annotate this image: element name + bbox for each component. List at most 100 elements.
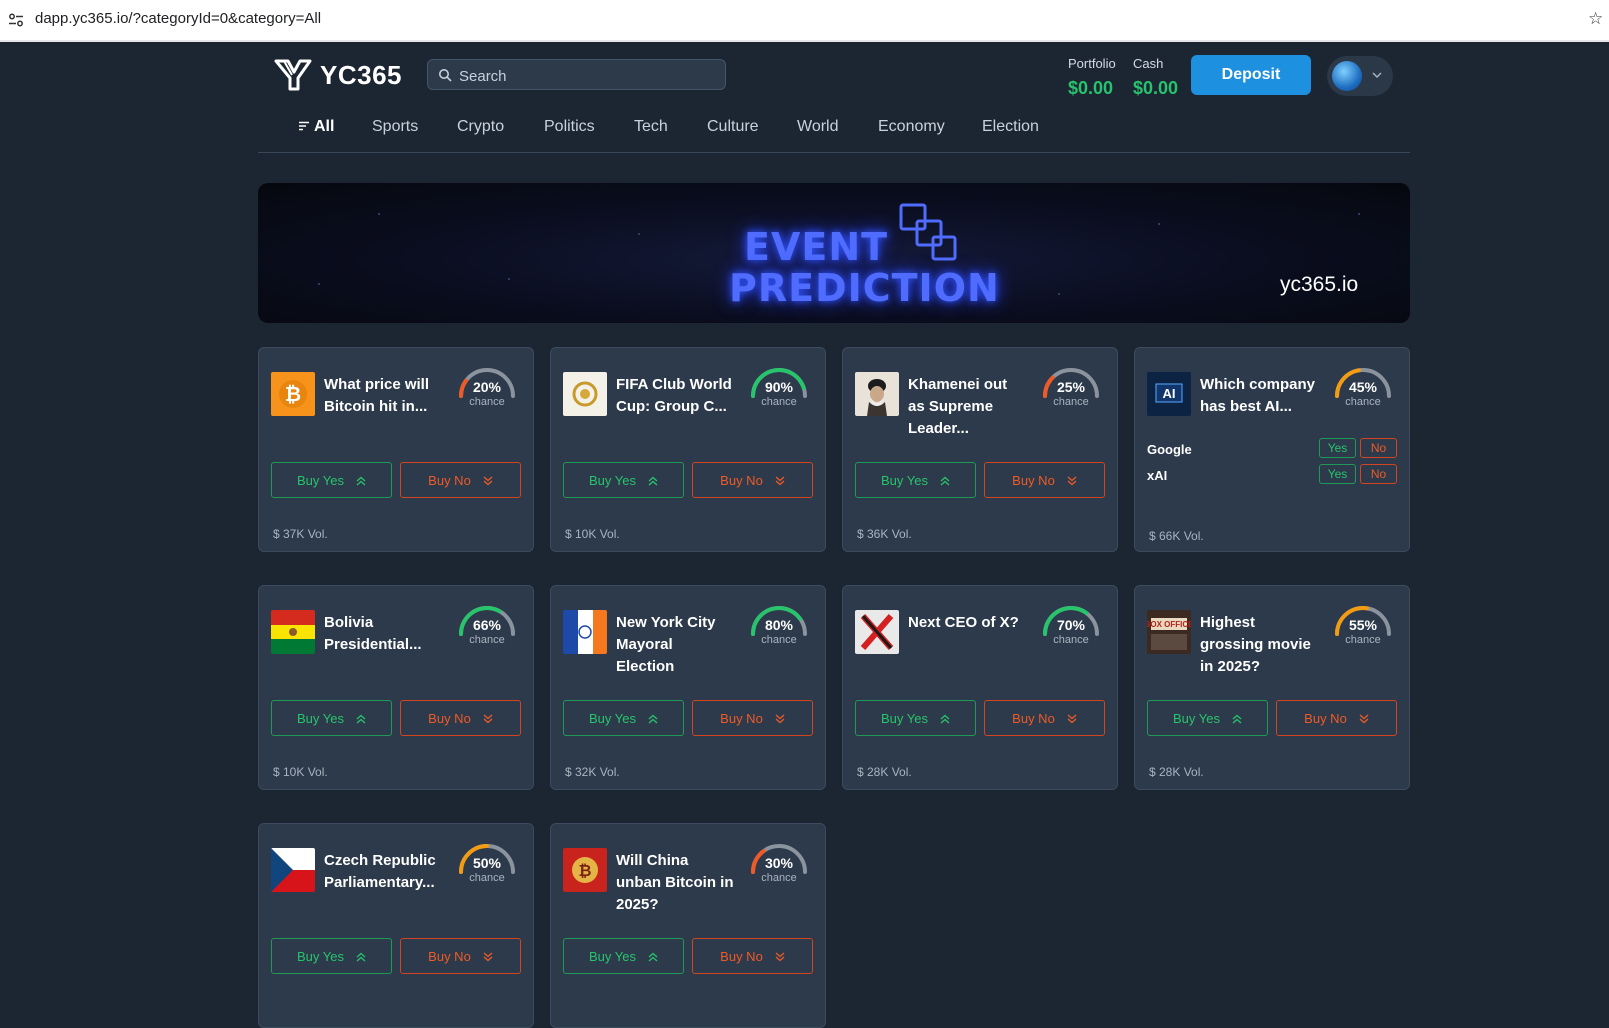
tab-culture[interactable]: Culture <box>707 118 759 136</box>
bolivia-flag-icon <box>271 610 315 654</box>
search-box[interactable] <box>427 59 726 90</box>
box-office-icon: BOX OFFICE <box>1147 610 1191 654</box>
market-card[interactable]: Bolivia Presidential... 66% chance Buy Y… <box>258 585 534 790</box>
market-card[interactable]: AI Which company has best AI... 45% chan… <box>1134 347 1410 552</box>
svg-text:₿: ₿ <box>578 861 591 880</box>
volume-text: $ 36K Vol. <box>857 527 912 541</box>
market-card[interactable]: New York City Mayoral Election 80% chanc… <box>550 585 826 790</box>
promo-banner[interactable]: EVENT PREDICTION yc365.io <box>258 183 1410 323</box>
market-card[interactable]: FIFA Club World Cup: Group C... 90% chan… <box>550 347 826 552</box>
tab-all[interactable]: All <box>299 118 334 136</box>
banner-title-line1: EVENT <box>744 225 889 269</box>
chance-percent: 80% <box>764 617 794 633</box>
buy-no-button[interactable]: Buy No <box>1276 700 1397 736</box>
buy-no-label: Buy No <box>428 710 471 726</box>
tab-election[interactable]: Election <box>982 118 1039 136</box>
buy-no-button[interactable]: Buy No <box>400 938 521 974</box>
double-chevron-down-icon <box>1055 711 1077 726</box>
double-chevron-down-icon <box>471 473 493 488</box>
deposit-button[interactable]: Deposit <box>1191 55 1311 95</box>
tab-politics[interactable]: Politics <box>544 118 595 136</box>
site-settings-icon[interactable] <box>8 12 24 28</box>
buy-no-button[interactable]: Buy No <box>984 700 1105 736</box>
market-title[interactable]: Will China unban Bitcoin in 2025? <box>616 850 734 916</box>
search-input[interactable] <box>457 64 711 88</box>
buy-yes-label: Buy Yes <box>1173 710 1220 726</box>
buy-yes-button[interactable]: Buy Yes <box>271 938 392 974</box>
double-chevron-up-icon <box>636 473 658 488</box>
option-no-button[interactable]: No <box>1360 438 1397 458</box>
double-chevron-up-icon <box>344 473 366 488</box>
chance-percent: 50% <box>472 855 502 871</box>
buy-yes-button[interactable]: Buy Yes <box>271 462 392 498</box>
buy-yes-button[interactable]: Buy Yes <box>855 700 976 736</box>
market-title[interactable]: Highest grossing movie in 2025? <box>1200 612 1318 678</box>
buy-no-label: Buy No <box>428 948 471 964</box>
buy-no-button[interactable]: Buy No <box>400 462 521 498</box>
buy-yes-button[interactable]: Buy Yes <box>271 700 392 736</box>
market-card[interactable]: ₿ Will China unban Bitcoin in 2025? 30% … <box>550 823 826 1028</box>
buy-no-button[interactable]: Buy No <box>692 938 813 974</box>
ai-icon: AI <box>1147 372 1191 416</box>
bookmark-star-icon[interactable]: ☆ <box>1588 9 1603 29</box>
chance-percent: 55% <box>1348 617 1378 633</box>
market-card[interactable]: Next CEO of X? 70% chance Buy Yes Buy No… <box>842 585 1118 790</box>
tab-economy[interactable]: Economy <box>878 118 945 136</box>
chevron-down-icon <box>1372 72 1382 79</box>
market-title[interactable]: Bolivia Presidential... <box>324 612 442 656</box>
buy-yes-label: Buy Yes <box>589 710 636 726</box>
chance-label: chance <box>469 872 505 884</box>
buy-no-button[interactable]: Buy No <box>400 700 521 736</box>
chance-label: chance <box>469 634 505 646</box>
market-title[interactable]: FIFA Club World Cup: Group C... <box>616 374 734 418</box>
nav-divider <box>258 152 1410 153</box>
tab-world[interactable]: World <box>797 118 839 136</box>
market-title[interactable]: What price will Bitcoin hit in... <box>324 374 442 418</box>
chance-label: chance <box>1053 396 1089 408</box>
double-chevron-up-icon <box>344 711 366 726</box>
buy-yes-label: Buy Yes <box>881 710 928 726</box>
cash-balance[interactable]: Cash $0.00 <box>1133 56 1178 99</box>
buy-yes-button[interactable]: Buy Yes <box>563 700 684 736</box>
chance-gauge: 66% chance <box>455 602 519 648</box>
avatar <box>1332 61 1362 91</box>
tab-crypto[interactable]: Crypto <box>457 118 504 136</box>
buy-yes-label: Buy Yes <box>589 948 636 964</box>
market-title[interactable]: Which company has best AI... <box>1200 374 1318 418</box>
volume-text: $ 28K Vol. <box>1149 765 1204 779</box>
address-text[interactable]: dapp.yc365.io/?categoryId=0&category=All <box>35 10 321 27</box>
tab-sports[interactable]: Sports <box>372 118 418 136</box>
buy-no-button[interactable]: Buy No <box>692 700 813 736</box>
option-no-button[interactable]: No <box>1360 464 1397 484</box>
cash-label: Cash <box>1133 56 1164 71</box>
market-title[interactable]: Next CEO of X? <box>908 612 1026 634</box>
market-card[interactable]: ₿ What price will Bitcoin hit in... 20% … <box>258 347 534 552</box>
buy-yes-button[interactable]: Buy Yes <box>855 462 976 498</box>
market-card[interactable]: Khamenei out as Supreme Leader... 25% ch… <box>842 347 1118 552</box>
site-logo[interactable]: YC365 <box>274 58 402 92</box>
market-title[interactable]: Khamenei out as Supreme Leader... <box>908 374 1026 440</box>
account-menu[interactable] <box>1327 56 1393 96</box>
menu-lines-icon <box>299 121 309 131</box>
double-chevron-down-icon <box>763 949 785 964</box>
buy-yes-button[interactable]: Buy Yes <box>563 462 684 498</box>
nyc-flag-icon <box>563 610 607 654</box>
buy-yes-button[interactable]: Buy Yes <box>563 938 684 974</box>
portfolio-balance[interactable]: Portfolio $0.00 <box>1068 56 1116 99</box>
cash-value: $0.00 <box>1133 78 1179 98</box>
option-yes-button[interactable]: Yes <box>1319 438 1356 458</box>
market-title[interactable]: New York City Mayoral Election <box>616 612 734 678</box>
buy-yes-label: Buy Yes <box>297 710 344 726</box>
market-card[interactable]: BOX OFFICE Highest grossing movie in 202… <box>1134 585 1410 790</box>
market-title[interactable]: Czech Republic Parliamentary... <box>324 850 442 894</box>
option-yes-button[interactable]: Yes <box>1319 464 1356 484</box>
market-card[interactable]: Czech Republic Parliamentary... 50% chan… <box>258 823 534 1028</box>
tab-tech[interactable]: Tech <box>634 118 668 136</box>
double-chevron-up-icon <box>636 711 658 726</box>
buy-yes-button[interactable]: Buy Yes <box>1147 700 1268 736</box>
buy-no-button[interactable]: Buy No <box>984 462 1105 498</box>
buy-no-button[interactable]: Buy No <box>692 462 813 498</box>
double-chevron-down-icon <box>471 949 493 964</box>
chance-percent: 70% <box>1056 617 1086 633</box>
chance-percent: 66% <box>472 617 502 633</box>
